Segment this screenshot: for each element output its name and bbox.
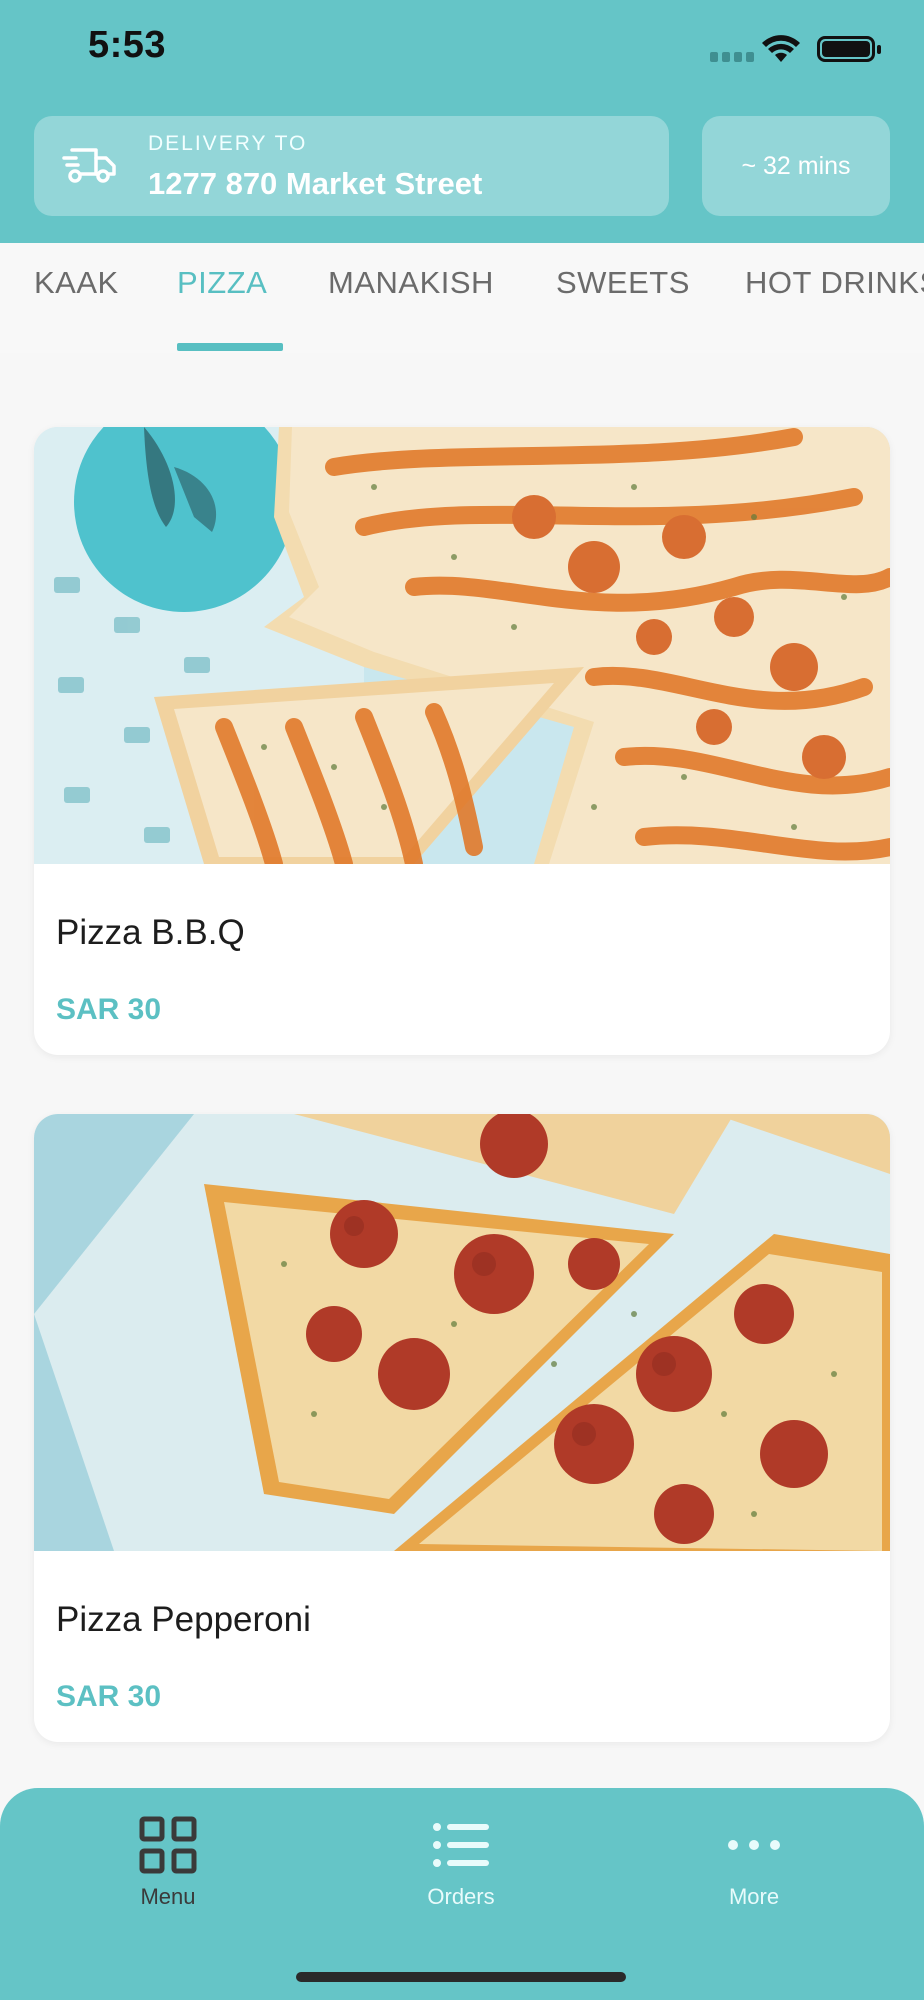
tab-pizza[interactable]: PIZZA bbox=[177, 265, 267, 301]
nav-more[interactable]: More bbox=[664, 1816, 844, 1936]
nav-menu-label: Menu bbox=[140, 1884, 196, 1909]
nav-menu[interactable]: Menu bbox=[78, 1816, 258, 1936]
battery-icon bbox=[817, 36, 881, 62]
product-card[interactable]: Pizza B.B.Q SAR 30 bbox=[34, 427, 890, 1055]
product-card[interactable]: Pizza Pepperoni SAR 30 bbox=[34, 1114, 890, 1742]
cellular-signal-icon bbox=[710, 52, 754, 64]
tab-kaak[interactable]: KAAK bbox=[34, 265, 119, 301]
more-dots-icon bbox=[728, 1840, 780, 1850]
product-name: Pizza B.B.Q bbox=[56, 913, 245, 952]
tab-hot-drinks[interactable]: HOT DRINKS bbox=[745, 265, 924, 301]
status-bar: 5:53 bbox=[0, 0, 924, 100]
eta-text: ~ 32 mins bbox=[741, 151, 851, 180]
tab-manakish[interactable]: MANAKISH bbox=[328, 265, 494, 301]
product-price: SAR 30 bbox=[56, 1680, 162, 1713]
eta-badge[interactable]: ~ 32 mins bbox=[702, 116, 890, 216]
product-name: Pizza Pepperoni bbox=[56, 1600, 311, 1639]
home-indicator bbox=[296, 1972, 626, 1982]
product-image bbox=[34, 427, 890, 864]
active-tab-indicator bbox=[177, 343, 283, 351]
header: 5:53 DELIVERY TO 1277 870 Market Street bbox=[0, 0, 924, 243]
nav-more-label: More bbox=[728, 1884, 780, 1909]
delivery-truck-icon bbox=[62, 148, 116, 183]
nav-orders-label: Orders bbox=[427, 1884, 495, 1909]
delivery-address-card[interactable]: DELIVERY TO 1277 870 Market Street bbox=[34, 116, 669, 216]
delivery-address: 1277 870 Market Street bbox=[148, 166, 483, 201]
bottom-navigation: Menu Orders More bbox=[0, 1788, 924, 2000]
tab-sweets[interactable]: SWEETS bbox=[556, 265, 690, 301]
product-price: SAR 30 bbox=[56, 993, 162, 1026]
product-image bbox=[34, 1114, 890, 1551]
grid-icon bbox=[139, 1816, 197, 1874]
wifi-icon bbox=[762, 35, 800, 62]
list-icon bbox=[433, 1823, 489, 1867]
delivery-label: DELIVERY TO bbox=[148, 132, 308, 155]
nav-orders[interactable]: Orders bbox=[371, 1816, 551, 1936]
status-time: 5:53 bbox=[88, 24, 167, 66]
category-tabs: KAAK PIZZA MANAKISH SWEETS HOT DRINKS bbox=[0, 243, 924, 353]
